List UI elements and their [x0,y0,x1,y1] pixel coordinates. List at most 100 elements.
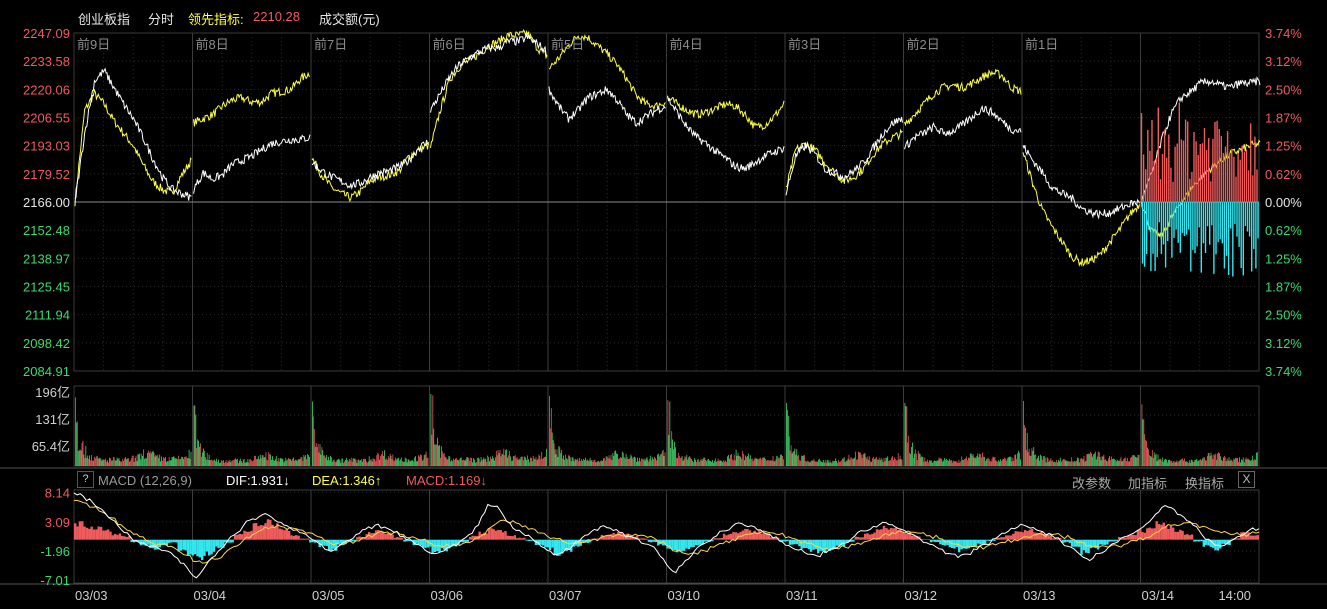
edit-params-button[interactable]: 改参数 [1072,473,1111,492]
volume-bar [1155,453,1157,466]
volume-bar [186,458,188,466]
macd-histogram-bar [203,539,206,556]
mode-label[interactable]: 分时 [148,9,174,28]
volume-bar [278,461,280,466]
help-button[interactable]: ? [77,471,94,488]
volume-bar [749,455,751,466]
volume-bar [577,458,579,466]
volume-bar [303,455,305,466]
volume-bar [668,435,670,466]
volume-bar [935,461,937,466]
volume-bar [1222,460,1223,466]
volume-bar [626,457,628,466]
volume-bar [457,459,458,466]
price-panel[interactable] [74,28,1261,277]
volume-bar [907,442,909,466]
volume-bar [147,453,148,466]
macd-histogram-bar [386,533,390,540]
volume-bar [164,458,165,466]
volume-bar [163,457,164,466]
volume-bar [127,458,128,466]
stock-chart[interactable]: 2247.09 3.74%2233.58 3.12%2220.06 2.50%2206… [0,0,1327,609]
volume-bar [165,457,166,466]
volume-bar [330,455,331,466]
volume-bar [114,460,116,466]
macd-histogram-bar [210,539,213,555]
volume-bar [1233,458,1235,466]
volume-bar [791,453,793,466]
volume-bar [509,451,510,466]
volume-bar [284,460,286,466]
macd-histogram-bar [955,539,959,547]
volume-bar [440,457,441,466]
macd-histogram-bar [1200,539,1203,542]
index-name[interactable]: 创业板指 [78,9,130,28]
volume-bar [266,459,268,466]
volume-bar [675,447,676,466]
volume-tick-label: 196亿 [35,385,70,400]
volume-bar [854,457,855,466]
volume-bar [995,460,997,466]
macd-histogram-bar [236,534,239,540]
volume-bar [305,455,307,466]
volume-bar [359,460,361,466]
volume-bar [1220,456,1221,466]
volume-bar [629,457,631,466]
add-indicator-button[interactable]: 加指标 [1128,473,1167,492]
price-tick-label: 2098.42 [23,336,70,351]
volume-bar [1008,457,1010,466]
volume-bar [1062,459,1064,466]
volume-bar [842,458,844,466]
volume-bar [823,462,825,466]
volume-bar [913,458,914,466]
volume-bar [1030,455,1032,466]
volume-bar [996,461,998,466]
volume-bar [1231,460,1233,466]
volume-bar [179,459,180,466]
switch-indicator-button[interactable]: 换指标 [1185,473,1224,492]
volume-bar [149,451,151,466]
volume-bar [612,453,614,466]
volume-bar [221,461,223,466]
volume-bar [931,460,932,466]
volume-bar [986,459,987,466]
volume-bar [139,453,141,466]
volume-bar [194,405,196,466]
volume-bar [847,458,849,466]
volume-bar [878,457,880,466]
volume-bar [690,457,691,466]
volume-bar [349,460,351,466]
volume-bar [885,457,887,466]
volume-bar [877,459,879,466]
macd-histogram-bar [518,537,521,540]
volume-bar [207,460,209,466]
volume-bar [695,459,696,466]
macd-histogram-bar [1108,539,1111,542]
volume-bar [417,461,418,466]
volume-bar [147,450,149,466]
volume-bar [161,456,162,466]
volume-bar [1011,461,1013,466]
volume-bar [1199,459,1201,466]
macd-histogram-bar [1113,539,1116,542]
volume-bar [172,457,174,466]
volume-bar [384,450,385,466]
macd-histogram-bar [762,533,766,540]
volume-bar [512,460,513,466]
volume-bar [460,457,462,466]
volume-bar [103,459,105,466]
volume-bar [502,454,504,466]
volume-bar [518,458,520,466]
volume-bar [1079,459,1081,466]
volume-bar [413,461,415,466]
volume-bar [1130,457,1131,466]
macd-histogram-bar [469,537,472,540]
volume-bar [618,458,619,466]
volume-bar [1186,461,1187,466]
volume-bar [394,460,396,466]
x-axis-date: 03/07 [549,588,582,603]
close-icon[interactable]: X [1238,471,1255,488]
volume-bar [130,458,132,466]
volume-bar [1246,459,1248,466]
macd-histogram-bar [1186,534,1189,540]
